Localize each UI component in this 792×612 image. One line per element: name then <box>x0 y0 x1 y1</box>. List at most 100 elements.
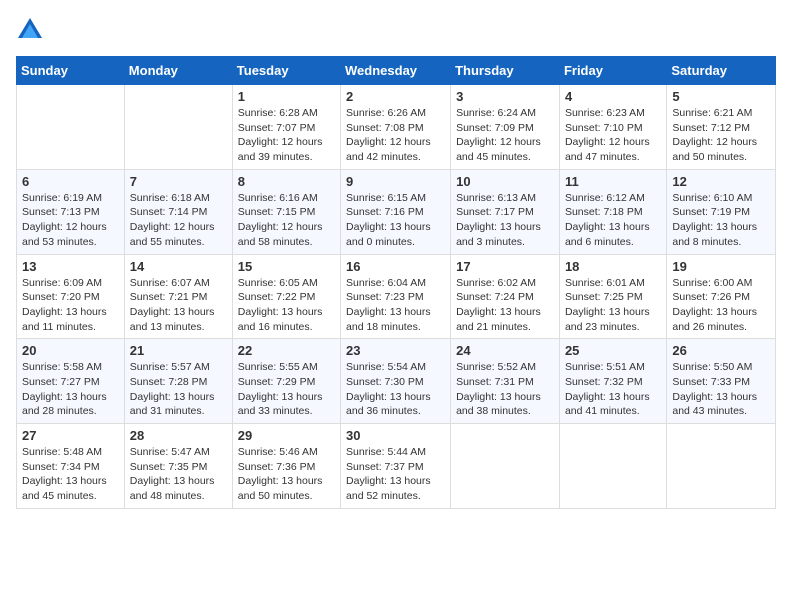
calendar-cell: 12 Sunrise: 6:10 AM Sunset: 7:19 PM Dayli… <box>667 169 776 254</box>
calendar-cell <box>17 85 125 170</box>
day-number: 8 <box>238 174 335 189</box>
week-row-3: 13 Sunrise: 6:09 AM Sunset: 7:20 PM Dayli… <box>17 254 776 339</box>
calendar-cell: 28 Sunrise: 5:47 AM Sunset: 7:35 PM Dayli… <box>124 424 232 509</box>
calendar-cell: 9Sunrise: 6:15 AM Sunset: 7:16 PM Daylig… <box>341 169 451 254</box>
week-row-5: 27 Sunrise: 5:48 AM Sunset: 7:34 PM Dayli… <box>17 424 776 509</box>
weekday-header-thursday: Thursday <box>451 57 560 85</box>
day-number: 15 <box>238 259 335 274</box>
calendar-cell: 6 Sunrise: 6:19 AM Sunset: 7:13 PM Daylig… <box>17 169 125 254</box>
calendar-cell: 8 Sunrise: 6:16 AM Sunset: 7:15 PM Daylig… <box>232 169 340 254</box>
calendar-cell: 20 Sunrise: 5:58 AM Sunset: 7:27 PM Dayli… <box>17 339 125 424</box>
calendar-cell: 15Sunrise: 6:05 AM Sunset: 7:22 PM Dayli… <box>232 254 340 339</box>
calendar-cell: 19 Sunrise: 6:00 AM Sunset: 7:26 PM Dayli… <box>667 254 776 339</box>
day-number: 23 <box>346 343 445 358</box>
day-detail: Sunrise: 6:04 AM Sunset: 7:23 PM Dayligh… <box>346 276 445 335</box>
day-detail: Sunrise: 6:21 AM Sunset: 7:12 PM Dayligh… <box>672 106 770 165</box>
week-row-2: 6 Sunrise: 6:19 AM Sunset: 7:13 PM Daylig… <box>17 169 776 254</box>
day-number: 26 <box>672 343 770 358</box>
day-detail: Sunrise: 6:13 AM Sunset: 7:17 PM Dayligh… <box>456 191 554 250</box>
day-detail: Sunrise: 6:18 AM Sunset: 7:14 PM Dayligh… <box>130 191 227 250</box>
day-number: 17 <box>456 259 554 274</box>
calendar-cell: 16 Sunrise: 6:04 AM Sunset: 7:23 PM Dayli… <box>341 254 451 339</box>
day-detail: Sunrise: 6:02 AM Sunset: 7:24 PM Dayligh… <box>456 276 554 335</box>
day-number: 12 <box>672 174 770 189</box>
weekday-header-saturday: Saturday <box>667 57 776 85</box>
day-detail: Sunrise: 5:52 AM Sunset: 7:31 PM Dayligh… <box>456 360 554 419</box>
logo-icon <box>16 16 44 44</box>
week-row-4: 20 Sunrise: 5:58 AM Sunset: 7:27 PM Dayli… <box>17 339 776 424</box>
day-number: 25 <box>565 343 661 358</box>
calendar-cell: 3 Sunrise: 6:24 AM Sunset: 7:09 PM Daylig… <box>451 85 560 170</box>
calendar-cell: 18 Sunrise: 6:01 AM Sunset: 7:25 PM Dayli… <box>559 254 666 339</box>
day-detail: Sunrise: 6:10 AM Sunset: 7:19 PM Dayligh… <box>672 191 770 250</box>
day-detail: Sunrise: 6:19 AM Sunset: 7:13 PM Dayligh… <box>22 191 119 250</box>
page-header <box>16 16 776 44</box>
day-detail: Sunrise: 6:24 AM Sunset: 7:09 PM Dayligh… <box>456 106 554 165</box>
day-detail: Sunrise: 5:57 AM Sunset: 7:28 PM Dayligh… <box>130 360 227 419</box>
day-number: 21 <box>130 343 227 358</box>
day-number: 1 <box>238 89 335 104</box>
day-detail: Sunrise: 5:58 AM Sunset: 7:27 PM Dayligh… <box>22 360 119 419</box>
calendar-cell: 24 Sunrise: 5:52 AM Sunset: 7:31 PM Dayli… <box>451 339 560 424</box>
calendar-cell: 4 Sunrise: 6:23 AM Sunset: 7:10 PM Daylig… <box>559 85 666 170</box>
day-detail: Sunrise: 6:01 AM Sunset: 7:25 PM Dayligh… <box>565 276 661 335</box>
logo <box>16 16 48 44</box>
calendar-cell: 2 Sunrise: 6:26 AM Sunset: 7:08 PM Daylig… <box>341 85 451 170</box>
calendar-cell <box>451 424 560 509</box>
day-detail: Sunrise: 5:54 AM Sunset: 7:30 PM Dayligh… <box>346 360 445 419</box>
day-number: 14 <box>130 259 227 274</box>
day-number: 18 <box>565 259 661 274</box>
calendar-cell: 25Sunrise: 5:51 AM Sunset: 7:32 PM Dayli… <box>559 339 666 424</box>
calendar-cell: 13 Sunrise: 6:09 AM Sunset: 7:20 PM Dayli… <box>17 254 125 339</box>
day-number: 24 <box>456 343 554 358</box>
day-detail: Sunrise: 6:23 AM Sunset: 7:10 PM Dayligh… <box>565 106 661 165</box>
day-number: 27 <box>22 428 119 443</box>
day-detail: Sunrise: 5:46 AM Sunset: 7:36 PM Dayligh… <box>238 445 335 504</box>
day-detail: Sunrise: 6:26 AM Sunset: 7:08 PM Dayligh… <box>346 106 445 165</box>
calendar-cell: 11 Sunrise: 6:12 AM Sunset: 7:18 PM Dayli… <box>559 169 666 254</box>
calendar-cell: 22Sunrise: 5:55 AM Sunset: 7:29 PM Dayli… <box>232 339 340 424</box>
weekday-header-tuesday: Tuesday <box>232 57 340 85</box>
day-number: 13 <box>22 259 119 274</box>
calendar-cell: 10Sunrise: 6:13 AM Sunset: 7:17 PM Dayli… <box>451 169 560 254</box>
day-detail: Sunrise: 6:09 AM Sunset: 7:20 PM Dayligh… <box>22 276 119 335</box>
calendar-cell: 1 Sunrise: 6:28 AM Sunset: 7:07 PM Daylig… <box>232 85 340 170</box>
calendar-cell: 26 Sunrise: 5:50 AM Sunset: 7:33 PM Dayli… <box>667 339 776 424</box>
day-number: 16 <box>346 259 445 274</box>
weekday-header-monday: Monday <box>124 57 232 85</box>
day-number: 4 <box>565 89 661 104</box>
day-number: 30 <box>346 428 445 443</box>
day-number: 22 <box>238 343 335 358</box>
day-number: 19 <box>672 259 770 274</box>
day-number: 6 <box>22 174 119 189</box>
day-number: 2 <box>346 89 445 104</box>
day-detail: Sunrise: 6:12 AM Sunset: 7:18 PM Dayligh… <box>565 191 661 250</box>
day-detail: Sunrise: 6:15 AM Sunset: 7:16 PM Dayligh… <box>346 191 445 250</box>
calendar-cell: 17 Sunrise: 6:02 AM Sunset: 7:24 PM Dayli… <box>451 254 560 339</box>
day-number: 5 <box>672 89 770 104</box>
calendar-cell: 7Sunrise: 6:18 AM Sunset: 7:14 PM Daylig… <box>124 169 232 254</box>
weekday-header-friday: Friday <box>559 57 666 85</box>
calendar-cell <box>124 85 232 170</box>
day-number: 20 <box>22 343 119 358</box>
calendar-cell: 27 Sunrise: 5:48 AM Sunset: 7:34 PM Dayli… <box>17 424 125 509</box>
day-detail: Sunrise: 5:50 AM Sunset: 7:33 PM Dayligh… <box>672 360 770 419</box>
weekday-header-row: SundayMondayTuesdayWednesdayThursdayFrid… <box>17 57 776 85</box>
day-number: 28 <box>130 428 227 443</box>
calendar-cell: 21 Sunrise: 5:57 AM Sunset: 7:28 PM Dayli… <box>124 339 232 424</box>
day-number: 3 <box>456 89 554 104</box>
day-number: 11 <box>565 174 661 189</box>
day-detail: Sunrise: 5:44 AM Sunset: 7:37 PM Dayligh… <box>346 445 445 504</box>
week-row-1: 1 Sunrise: 6:28 AM Sunset: 7:07 PM Daylig… <box>17 85 776 170</box>
calendar-cell <box>559 424 666 509</box>
day-detail: Sunrise: 6:28 AM Sunset: 7:07 PM Dayligh… <box>238 106 335 165</box>
weekday-header-wednesday: Wednesday <box>341 57 451 85</box>
calendar-cell: 5 Sunrise: 6:21 AM Sunset: 7:12 PM Daylig… <box>667 85 776 170</box>
day-detail: Sunrise: 6:00 AM Sunset: 7:26 PM Dayligh… <box>672 276 770 335</box>
day-number: 29 <box>238 428 335 443</box>
calendar-cell: 14 Sunrise: 6:07 AM Sunset: 7:21 PM Dayli… <box>124 254 232 339</box>
day-detail: Sunrise: 6:16 AM Sunset: 7:15 PM Dayligh… <box>238 191 335 250</box>
day-detail: Sunrise: 5:48 AM Sunset: 7:34 PM Dayligh… <box>22 445 119 504</box>
day-detail: Sunrise: 5:47 AM Sunset: 7:35 PM Dayligh… <box>130 445 227 504</box>
day-detail: Sunrise: 6:07 AM Sunset: 7:21 PM Dayligh… <box>130 276 227 335</box>
